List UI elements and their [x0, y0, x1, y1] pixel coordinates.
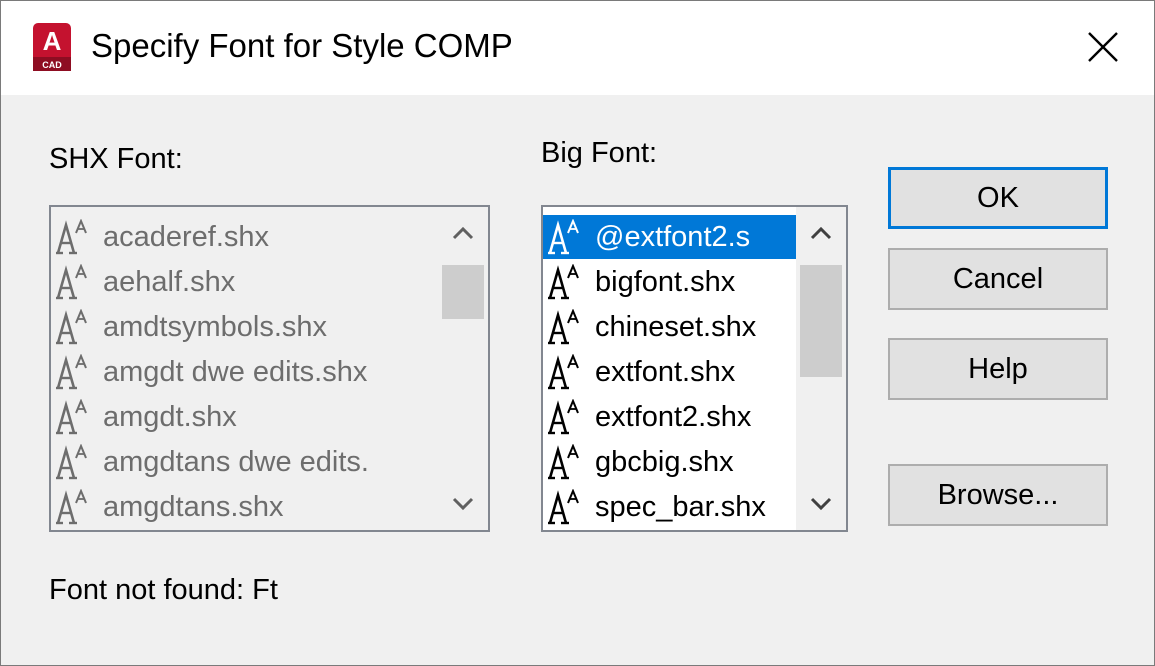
- shx-scroll-down-button[interactable]: [438, 482, 488, 526]
- big-font-list-item[interactable]: bigfont.shx: [543, 260, 796, 304]
- shx-font-icon: [548, 399, 579, 435]
- shx-font-label: SHX Font:: [49, 143, 183, 175]
- big-font-list-item-label: bigfont.shx: [595, 265, 736, 298]
- shx-font-list-item-label: amgdt dwe edits.shx: [103, 355, 368, 388]
- big-scroll-down-button[interactable]: [796, 482, 846, 526]
- big-font-list-item[interactable]: chineset.shx: [543, 305, 796, 349]
- dialog-title: Specify Font for Style COMP: [91, 27, 513, 64]
- shx-font-list-item-label: aehalf.shx: [103, 265, 236, 298]
- big-font-listbox[interactable]: @extfont2.s bigfont.shx chineset.shx extfon…: [541, 205, 848, 532]
- big-font-label: Big Font:: [541, 137, 658, 169]
- big-font-list-item[interactable]: extfont.shx: [543, 350, 796, 394]
- shx-font-listbox[interactable]: acaderef.shx aehalf.shx amdtsymbols.shx amg…: [49, 205, 490, 532]
- big-scroll-up-button[interactable]: [796, 211, 846, 255]
- shx-font-icon: [548, 489, 579, 525]
- shx-font-icon: [56, 219, 87, 255]
- shx-font-list-item[interactable]: amdtsymbols.shx: [51, 305, 437, 349]
- shx-font-icon: [548, 309, 579, 345]
- title-bar: A CAD Specify Font for Style COMP: [1, 1, 1154, 95]
- shx-scroll-up-button[interactable]: [438, 211, 488, 255]
- ok-button[interactable]: OK: [888, 167, 1108, 229]
- big-font-list-item[interactable]: extfont2.shx: [543, 395, 796, 439]
- shx-font-list-item[interactable]: amgdt dwe edits.shx: [51, 350, 437, 394]
- shx-font-icon: [56, 354, 87, 390]
- shx-font-icon: [548, 219, 579, 255]
- shx-font-icon: [56, 264, 87, 300]
- big-font-list-item-label: extfont.shx: [595, 355, 736, 388]
- app-icon-letter: A: [43, 26, 62, 56]
- big-scroll-thumb[interactable]: [800, 265, 842, 377]
- chevron-up-icon: [452, 226, 474, 240]
- big-font-list-item-label: gbcbig.shx: [595, 445, 734, 478]
- shx-font-icon: [548, 444, 579, 480]
- close-icon: [1088, 32, 1118, 62]
- big-font-list-item-label: spec_bar.shx: [595, 490, 766, 523]
- shx-font-list-item-label: amgdtans dwe edits.: [103, 445, 369, 478]
- shx-font-icon: [56, 309, 87, 345]
- big-font-scrollbar[interactable]: [796, 207, 846, 530]
- shx-font-list-item-label: amdtsymbols.shx: [103, 310, 328, 343]
- shx-font-list-item[interactable]: amgdtans dwe edits.: [51, 440, 437, 484]
- app-icon-sub: CAD: [42, 60, 62, 70]
- shx-font-icon: [548, 354, 579, 390]
- shx-font-list-item-label: amgdt.shx: [103, 400, 237, 433]
- browse-button[interactable]: Browse...: [888, 464, 1108, 526]
- shx-font-list-item[interactable]: amgdtans.shx: [51, 485, 437, 529]
- big-font-list-item[interactable]: gbcbig.shx: [543, 440, 796, 484]
- shx-font-list-item[interactable]: amgdt.shx: [51, 395, 437, 439]
- autocad-app-icon: A CAD: [33, 23, 71, 71]
- shx-font-icon: [56, 489, 87, 525]
- big-font-list-item-label: @extfont2.s: [595, 220, 751, 253]
- help-button[interactable]: Help: [888, 338, 1108, 400]
- shx-font-list-items: acaderef.shx aehalf.shx amdtsymbols.shx amg…: [51, 207, 437, 530]
- chevron-down-icon: [810, 497, 832, 511]
- shx-font-icon: [548, 264, 579, 300]
- shx-font-scrollbar[interactable]: [438, 207, 488, 530]
- shx-font-icon: [56, 444, 87, 480]
- shx-font-list-item-label: amgdtans.shx: [103, 490, 284, 523]
- specify-font-dialog: A CAD Specify Font for Style COMP SHX Fo…: [0, 0, 1155, 666]
- shx-font-list-item-label: acaderef.shx: [103, 220, 270, 253]
- cancel-button[interactable]: Cancel: [888, 248, 1108, 310]
- chevron-down-icon: [452, 497, 474, 511]
- shx-font-icon: [56, 399, 87, 435]
- shx-font-list-item[interactable]: aehalf.shx: [51, 260, 437, 304]
- big-font-list-item-label: extfont2.shx: [595, 400, 752, 433]
- shx-font-list-item[interactable]: acaderef.shx: [51, 215, 437, 259]
- big-font-list-items: @extfont2.s bigfont.shx chineset.shx extfon…: [543, 207, 796, 530]
- shx-scroll-thumb[interactable]: [442, 265, 484, 319]
- big-font-list-item[interactable]: @extfont2.s: [543, 215, 796, 259]
- chevron-up-icon: [810, 226, 832, 240]
- close-button[interactable]: [1061, 13, 1145, 81]
- big-font-list-item[interactable]: spec_bar.shx: [543, 485, 796, 529]
- font-not-found-status: Font not found: Ft: [49, 574, 278, 606]
- big-font-list-item-label: chineset.shx: [595, 310, 757, 343]
